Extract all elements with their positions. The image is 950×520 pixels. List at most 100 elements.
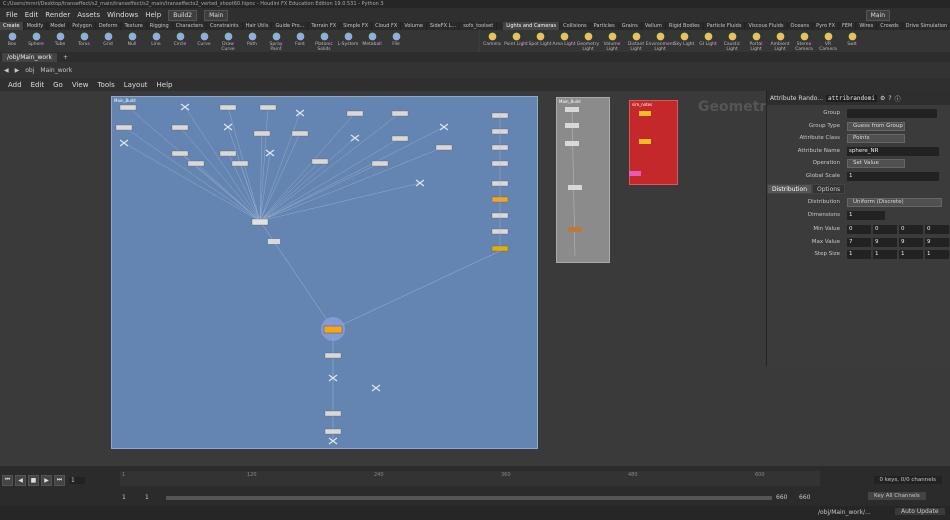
shelf-tab[interactable]: Modify: [24, 22, 48, 30]
shelf-tool[interactable]: Caustic Light: [720, 30, 744, 52]
node[interactable]: [253, 130, 271, 137]
node-merge[interactable]: [251, 218, 269, 226]
param-vector-field[interactable]: 0: [899, 225, 923, 234]
shelf-tool[interactable]: Volume Light: [600, 30, 624, 52]
range-start2[interactable]: 1: [145, 494, 149, 501]
shelf-tool[interactable]: Stereo Camera: [792, 30, 816, 52]
param-value[interactable]: Set Value: [847, 159, 905, 168]
shelf-tab[interactable]: Rigid Bodies: [666, 22, 704, 30]
param-value[interactable]: [847, 109, 937, 118]
shelf-tool[interactable]: Geometry Light: [576, 30, 600, 52]
shelf-tab[interactable]: Vellum: [642, 22, 666, 30]
shelf-tool[interactable]: Sphere: [24, 30, 48, 52]
shelf-tab[interactable]: Particle Fluids: [704, 22, 746, 30]
node-icon[interactable]: [119, 139, 129, 147]
node[interactable]: [346, 110, 364, 117]
shelf-tab[interactable]: Constraints: [207, 22, 243, 30]
node-icon[interactable]: [265, 149, 275, 157]
help-icon[interactable]: ?: [888, 95, 891, 102]
net-menu-layout[interactable]: Layout: [124, 81, 148, 89]
node-icon[interactable]: [439, 123, 449, 131]
shelf-tab[interactable]: Texture: [121, 22, 147, 30]
forward-arrow-icon[interactable]: ▶: [15, 67, 20, 74]
shelf-tool[interactable]: L-System: [336, 30, 360, 52]
node-icon[interactable]: [223, 123, 233, 131]
shelf-tool[interactable]: GI Light: [696, 30, 720, 52]
node[interactable]: [568, 185, 582, 190]
shelf-tab[interactable]: Crowds: [877, 22, 903, 30]
shelf-tab[interactable]: Polygon: [69, 22, 96, 30]
shelf-tool[interactable]: Camera: [480, 30, 504, 52]
net-menu-help[interactable]: Help: [157, 81, 173, 89]
shelf-tool[interactable]: Sky Light: [672, 30, 696, 52]
shelf-tab[interactable]: Volume: [401, 22, 427, 30]
param-vector-field[interactable]: 1: [925, 250, 949, 259]
shelf-tab[interactable]: Pyro FX: [813, 22, 840, 30]
param-value[interactable]: Uniform (Discrete): [847, 198, 942, 207]
node[interactable]: [391, 110, 409, 117]
node[interactable]: [324, 352, 342, 359]
path-root[interactable]: obj: [25, 67, 34, 74]
net-menu-view[interactable]: View: [72, 81, 89, 89]
shelf-tab[interactable]: Deform: [96, 22, 122, 30]
shelf-tab[interactable]: Terrain FX: [308, 22, 341, 30]
shelf-tab[interactable]: Characters: [173, 22, 208, 30]
node[interactable]: [219, 150, 237, 157]
shelf-tool[interactable]: Grid: [96, 30, 120, 52]
net-menu-tools[interactable]: Tools: [97, 81, 114, 89]
shelf-tool[interactable]: Ambient Light: [768, 30, 792, 52]
path-current[interactable]: Main_work: [40, 67, 72, 74]
node-icon[interactable]: [415, 179, 425, 187]
param-vector-field[interactable]: 0: [873, 225, 897, 234]
frame-field[interactable]: 1: [69, 476, 85, 484]
right-desktop-select[interactable]: Main: [865, 9, 890, 21]
node-transform[interactable]: [268, 239, 280, 244]
shelf-tool[interactable]: Circle: [168, 30, 192, 52]
param-vector-field[interactable]: 9: [925, 237, 949, 247]
shelf-tab[interactable]: Grains: [619, 22, 642, 30]
shelf-tab[interactable]: Guide Pro...: [272, 22, 309, 30]
range-slider[interactable]: [166, 496, 772, 500]
shelf-tab[interactable]: SideFX L...: [427, 22, 461, 30]
node[interactable]: [115, 124, 133, 131]
shelf-tab[interactable]: sofx_toolset: [460, 22, 498, 30]
shelf-tool[interactable]: Swit: [840, 30, 864, 52]
shelf-tab[interactable]: Model: [47, 22, 70, 30]
net-menu-go[interactable]: Go: [53, 81, 63, 89]
shelf-tool[interactable]: File: [384, 30, 408, 52]
desktop-select[interactable]: Build2: [168, 9, 198, 21]
shelf-tool[interactable]: Point Light: [504, 30, 528, 52]
param-vector-field[interactable]: 1: [873, 250, 897, 259]
shelf-tool[interactable]: Metaball: [360, 30, 384, 52]
shelf-tab[interactable]: Wires: [856, 22, 878, 30]
jump-start-icon[interactable]: ⏮: [2, 474, 13, 486]
shelf-tool[interactable]: Area Light: [552, 30, 576, 52]
shelf-tool[interactable]: Box: [0, 30, 24, 52]
tab-options[interactable]: Options: [812, 184, 846, 194]
node-icon[interactable]: [295, 109, 305, 117]
param-vector-field[interactable]: 9: [873, 237, 897, 247]
step-back-icon[interactable]: ◀: [15, 474, 26, 486]
network-editor[interactable]: Main_Build Main_Build sim_notes Geometry: [0, 91, 775, 464]
menu-edit[interactable]: Edit: [25, 11, 39, 19]
shelf-tab[interactable]: Create: [0, 22, 24, 30]
node-icon[interactable]: [350, 134, 360, 142]
node[interactable]: [119, 104, 137, 111]
shelf-tool[interactable]: Environment Light: [646, 30, 674, 52]
param-vector-field[interactable]: 9: [899, 237, 923, 247]
shelf-tab[interactable]: Collisions: [560, 22, 591, 30]
node-icon[interactable]: [371, 384, 381, 392]
shelf-tool[interactable]: Draw Curve: [216, 30, 240, 52]
play-icon[interactable]: ▶: [41, 474, 52, 486]
stop-icon[interactable]: ■: [28, 474, 39, 486]
shelf-tool[interactable]: Spray Paint: [264, 30, 288, 52]
menu-help[interactable]: Help: [145, 11, 161, 19]
shelf-tool[interactable]: Spot Light: [528, 30, 552, 52]
menu-render[interactable]: Render: [45, 11, 70, 19]
key-all-channels-button[interactable]: Key All Channels: [868, 492, 926, 500]
node[interactable]: [565, 123, 579, 128]
param-vector-field[interactable]: 0: [925, 225, 949, 234]
shelf-tool[interactable]: Line: [144, 30, 168, 52]
node[interactable]: [565, 107, 579, 112]
node-attribrandomize[interactable]: [323, 325, 343, 334]
